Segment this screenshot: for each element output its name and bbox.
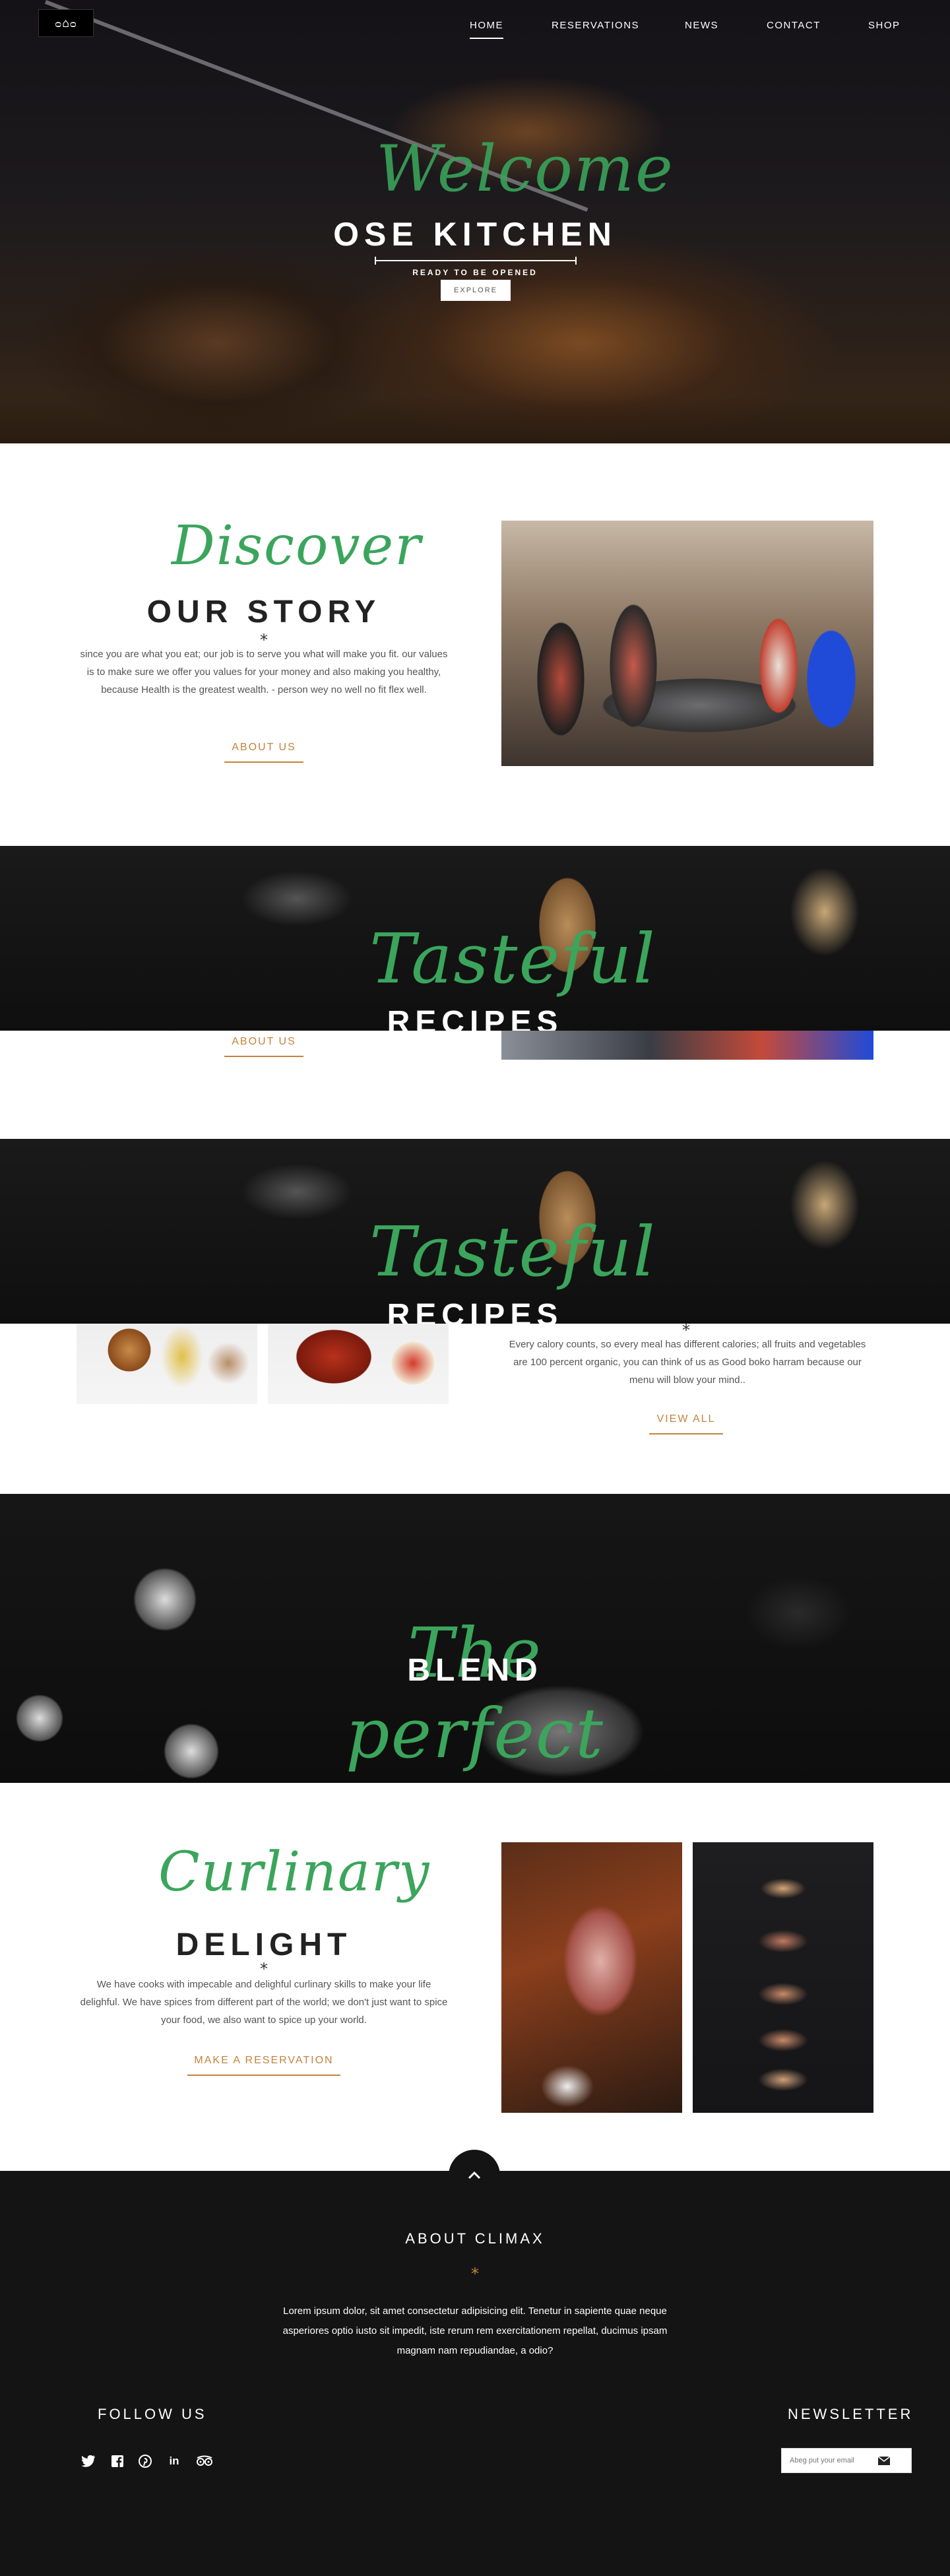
twitter-icon[interactable] [80,2453,96,2469]
hero-title: OSE KITCHEN [333,216,617,253]
recipes-title-2: RECIPES [387,1298,563,1324]
pinterest-icon[interactable] [137,2453,153,2469]
recipes-text: Every calory counts, so every meal has d… [509,1339,866,1386]
footer-star: * [471,2265,479,2283]
hero-shade [0,396,950,443]
recipes-script-2: Tasteful [369,1211,656,1292]
chevron-up-icon [468,2171,481,2179]
dish-photo-2 [268,1324,449,1404]
newsletter-form [781,2448,912,2473]
blend-title: BLEND [407,1653,543,1688]
story-text: since you are what you eat; our job is t… [80,649,448,695]
recipes-title-1: RECIPES [387,1005,563,1031]
blend-banner: The perfect BLEND [0,1494,950,1783]
kitchen-staff-photo [501,521,873,766]
dish-photo-1 [77,1324,257,1404]
story-script: Discover [172,515,422,577]
nav-news[interactable]: NEWS [685,20,718,31]
site-logo[interactable]: ᴑ⌂ᴑ [38,9,94,37]
linkedin-icon[interactable]: in [166,2453,182,2469]
envelope-icon[interactable] [878,2456,890,2465]
newsletter-email-input[interactable] [790,2457,875,2464]
charcuterie-photo [501,1842,682,2113]
reservation-button[interactable]: MAKE A RESERVATION [187,2055,340,2076]
blend-script: The perfect [346,1613,604,1774]
about-heading: ABOUT CLIMAX [405,2230,545,2247]
about-text: Lorem ipsum dolor, sit amet consectetur … [282,2305,668,2356]
about-us-button[interactable]: ABOUT US [224,742,303,763]
recipes-script-1: Tasteful [369,918,656,999]
bruschetta-photo [693,1842,873,2113]
nav-shop[interactable]: SHOP [868,20,901,31]
delight-heading: DELIGHT [175,1927,352,1962]
newsletter-heading: NEWSLETTER [788,2406,914,2422]
hero-script: Welcome [376,132,674,206]
about-us-button-2[interactable]: ABOUT US [224,1036,303,1057]
recipes-banner-2: Tasteful RECIPES [0,1139,950,1324]
facebook-icon[interactable] [110,2453,125,2469]
tripadvisor-icon[interactable] [195,2453,214,2469]
nav-reservations[interactable]: RESERVATIONS [552,20,639,31]
story-heading: OUR STORY [146,595,381,629]
view-all-button[interactable]: VIEW ALL [649,1413,723,1434]
follow-heading: FOLLOW US [98,2406,207,2422]
delight-script: Curlinary [158,1841,431,1904]
explore-button[interactable]: EXPLORE [441,280,511,301]
nav-home[interactable]: HOME [470,20,503,39]
recipes-banner-1: Tasteful RECIPES [0,846,950,1031]
hero-divider [375,257,577,265]
scroll-top-button[interactable] [449,2150,500,2201]
nav-contact[interactable]: CONTACT [767,20,821,31]
photo-fragment [501,1031,873,1060]
hero-subtitle: READY TO BE OPENED [412,268,538,277]
delight-text: We have cooks with impecable and delighf… [80,1979,448,2026]
